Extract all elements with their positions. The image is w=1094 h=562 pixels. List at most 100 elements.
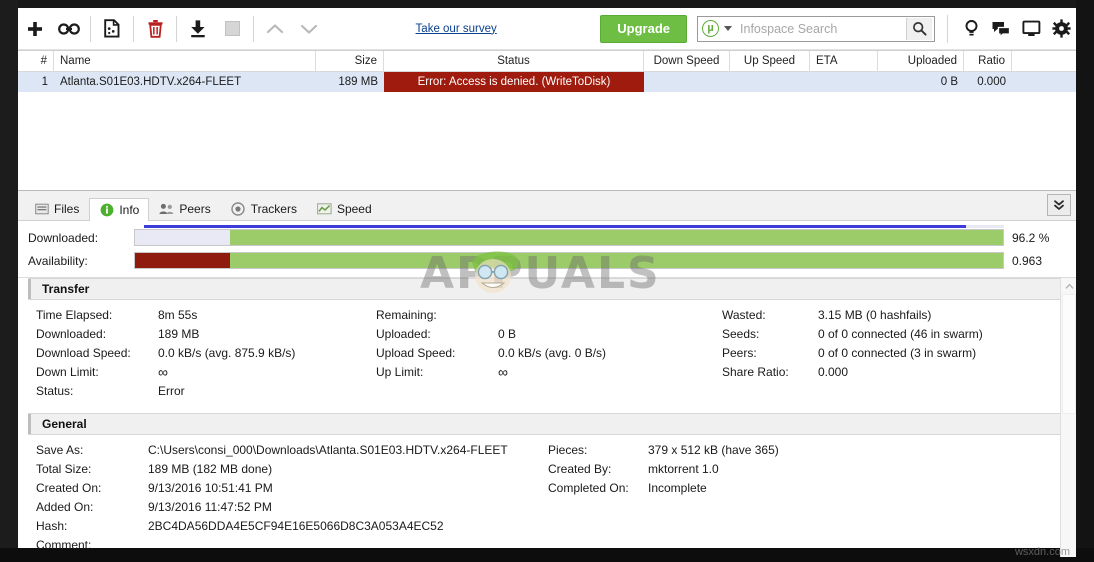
lightbulb-icon — [965, 20, 977, 36]
tab-peers[interactable]: Peers — [149, 197, 220, 220]
toolbar-divider-4 — [253, 15, 254, 42]
general-created-by-key: Created By: — [548, 462, 612, 476]
column-header-name[interactable]: Name — [54, 50, 316, 72]
downloaded-percent-value: 96.2 % — [1012, 230, 1050, 245]
torrent-list-header: # Name Size Status Down Speed Up Speed E… — [18, 50, 1076, 72]
column-header-num[interactable]: # — [18, 50, 54, 72]
create-torrent-button[interactable] — [95, 12, 129, 46]
transfer-upload-speed-value: 0.0 kB/s (avg. 0 B/s) — [498, 346, 607, 360]
general-total-size: Total Size: 189 MB (182 MB done) — [36, 460, 548, 479]
transfer-up-limit-value: ∞ — [498, 364, 508, 380]
general-pieces-value: 379 x 512 kB (have 365) — [648, 443, 779, 457]
new-file-icon — [104, 19, 120, 38]
utorrent-logo-icon[interactable]: µ — [702, 20, 720, 37]
collapse-detail-panel-button[interactable] — [1047, 194, 1071, 216]
add-torrent-button[interactable] — [18, 12, 52, 46]
transfer-upload-speed-key: Upload Speed: — [376, 346, 456, 360]
monitor-icon — [1021, 20, 1040, 36]
scrollbar-up-button[interactable] — [1061, 278, 1076, 294]
plus-icon — [28, 21, 42, 36]
cell-name: Atlanta.S01E03.HDTV.x264-FLEET — [60, 76, 242, 88]
column-header-status[interactable]: Status — [384, 50, 644, 72]
tab-speed[interactable]: Speed — [307, 197, 382, 220]
search-submit-button[interactable] — [906, 17, 933, 40]
general-hash-value: 2BC4DA56DDA4E5CF94E16E5066D8C3A053A4EC52 — [148, 519, 444, 533]
column-header-uploaded[interactable]: Uploaded — [878, 50, 964, 72]
availability-fill-segment — [230, 253, 1003, 268]
transfer-column-3: Wasted: 3.15 MB (0 hashfails) Seeds: 0 o… — [722, 306, 1052, 401]
scroll-up-chevron-icon — [1065, 283, 1073, 289]
general-added-on: Added On: 9/13/2016 11:47:52 PM — [36, 498, 548, 517]
cell-status: Error: Access is denied. (WriteToDisk) — [384, 72, 644, 92]
general-added-on-key: Added On: — [36, 500, 94, 514]
tab-speed-label: Speed — [336, 202, 372, 216]
cell-ratio: 0.000 — [977, 76, 1006, 88]
files-icon — [34, 202, 49, 217]
add-torrent-from-url-button[interactable] — [52, 12, 86, 46]
tab-files[interactable]: Files — [24, 197, 89, 220]
column-header-upspeed[interactable]: Up Speed — [730, 50, 810, 72]
remote-button[interactable] — [1016, 14, 1046, 44]
transfer-seeds: Seeds: 0 of 0 connected (46 in swarm) — [722, 325, 1052, 344]
upgrade-button[interactable]: Upgrade — [600, 14, 688, 43]
remove-torrent-button[interactable] — [138, 12, 172, 46]
tab-trackers[interactable]: Trackers — [221, 197, 307, 220]
search-icon — [913, 22, 927, 36]
main-toolbar: Take our survey Upgrade µ — [18, 8, 1076, 50]
info-tab-body: Transfer Time Elapsed: 8m 55s Downloaded… — [18, 277, 1076, 557]
downloaded-top-indicator-remainder — [966, 225, 1004, 228]
transfer-section-header: Transfer — [28, 278, 1068, 300]
cell-eta — [810, 72, 878, 92]
search-engine-chevron-down-icon[interactable] — [724, 26, 733, 31]
start-torrent-button[interactable] — [181, 12, 215, 46]
transfer-column-1: Time Elapsed: 8m 55s Downloaded: 189 MB … — [18, 306, 376, 401]
column-header-ratio[interactable]: Ratio — [964, 50, 1012, 72]
window-frame-top — [0, 0, 1094, 8]
window-frame-right — [1076, 0, 1094, 562]
forum-button[interactable] — [986, 14, 1016, 44]
transfer-down-limit-value: ∞ — [158, 364, 168, 380]
scrollbar-thumb[interactable] — [1062, 294, 1076, 414]
general-pieces: Pieces: 379 x 512 kB (have 365) — [548, 441, 948, 460]
transfer-uploaded-key: Uploaded: — [376, 327, 431, 341]
transfer-down-limit: Down Limit: ∞ — [36, 363, 376, 382]
general-hash: Hash: 2BC4DA56DDA4E5CF94E16E5066D8C3A053… — [36, 517, 548, 536]
general-completed-on-key: Completed On: — [548, 481, 629, 495]
take-our-survey-link[interactable]: Take our survey — [416, 23, 497, 35]
availability-lead-segment — [135, 253, 231, 268]
transfer-time-elapsed-value: 8m 55s — [158, 308, 198, 322]
detail-vertical-scrollbar[interactable] — [1060, 278, 1076, 557]
transfer-downloaded: Downloaded: 189 MB — [36, 325, 376, 344]
general-created-on: Created On: 9/13/2016 10:51:41 PM — [36, 479, 548, 498]
move-up-button[interactable] — [258, 12, 292, 46]
downloaded-label: Downloaded: — [28, 230, 99, 245]
utorrent-window: Take our survey Upgrade µ Infospace Sear… — [0, 0, 1094, 562]
transfer-uploaded-value: 0 B — [498, 327, 517, 341]
transfer-share-ratio-key: Share Ratio: — [722, 365, 789, 379]
table-row[interactable]: 1 Atlanta.S01E03.HDTV.x264-FLEET 189 MB … — [18, 72, 1076, 92]
availability-progress-row: Availability: 0.963 — [18, 250, 1076, 271]
chevron-up-icon — [266, 23, 284, 33]
move-down-button[interactable] — [292, 12, 326, 46]
trash-icon — [148, 20, 162, 38]
general-pieces-key: Pieces: — [548, 443, 588, 457]
transfer-peers: Peers: 0 of 0 connected (3 in swarm) — [722, 344, 1052, 363]
toolbar-divider-3 — [176, 15, 177, 42]
toolbar-divider-5 — [947, 14, 949, 43]
transfer-up-limit-key: Up Limit: — [376, 365, 424, 379]
trackers-icon — [231, 202, 246, 217]
downloaded-progress-bar — [134, 229, 1004, 246]
transfer-share-ratio: Share Ratio: 0.000 — [722, 363, 1052, 382]
tab-info[interactable]: Info — [89, 198, 150, 221]
column-header-size[interactable]: Size — [316, 50, 384, 72]
general-grid: Save As: C:\Users\consi_000\Downloads\At… — [18, 435, 1076, 557]
tab-files-label: Files — [54, 202, 80, 216]
preferences-button[interactable] — [1046, 14, 1076, 44]
tips-button[interactable] — [956, 14, 986, 44]
column-header-downspeed[interactable]: Down Speed — [644, 50, 730, 72]
general-completed-on: Completed On: Incomplete — [548, 479, 948, 498]
general-total-size-value: 189 MB (182 MB done) — [148, 462, 273, 476]
column-header-eta[interactable]: ETA — [810, 50, 878, 72]
stop-torrent-button[interactable] — [215, 12, 249, 46]
search-input[interactable] — [738, 20, 907, 37]
